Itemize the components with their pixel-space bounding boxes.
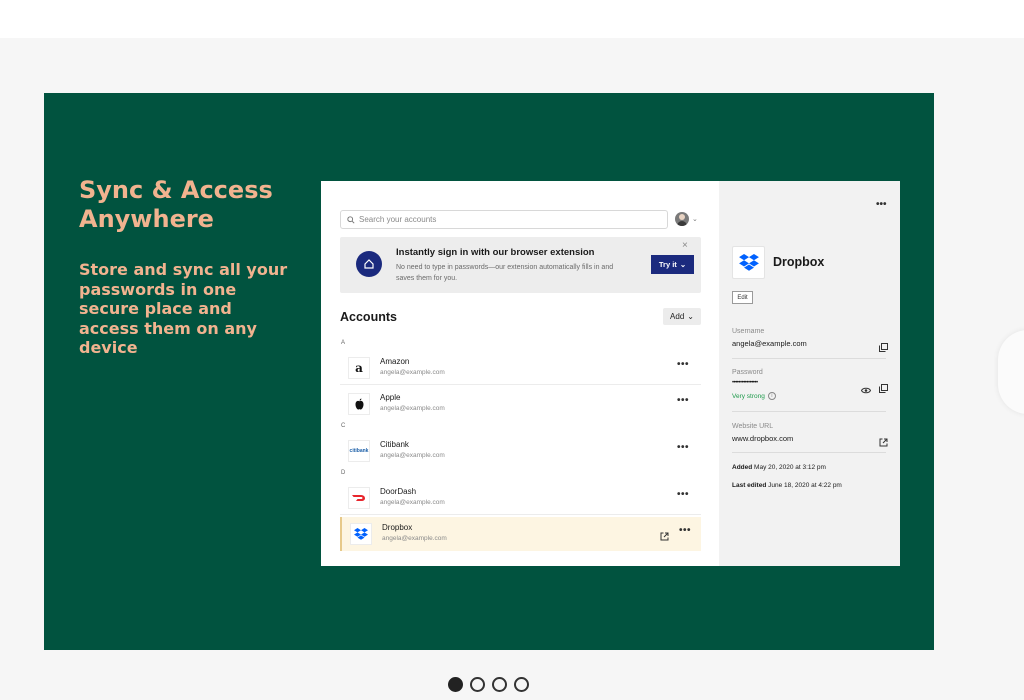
account-detail-panel: ••• Dropbox Edit Username angela@example… [719,181,900,566]
account-name: Amazon [380,357,410,366]
hero-title: Sync & Access Anywhere [79,176,273,233]
group-letter: A [341,340,346,346]
external-link-icon[interactable] [879,434,888,452]
account-name: Apple [380,393,401,402]
account-email: angela@example.com [380,499,445,506]
list-item-apple[interactable]: Apple angela@example.com ••• [340,387,701,421]
amazon-logo-icon: a [348,356,370,379]
try-it-label: Try it [658,260,677,269]
dropbox-logo-icon [732,246,765,279]
edited-value: June 18, 2020 at 4:22 pm [768,482,842,489]
extension-home-icon [356,251,382,277]
strength-label: Very strong [732,392,765,400]
chevron-down-icon: ⌄ [692,216,698,223]
list-item-doordash[interactable]: DoorDash angela@example.com ••• [340,481,701,515]
detail-account-name: Dropbox [773,255,825,269]
more-icon[interactable]: ••• [876,199,887,210]
more-icon[interactable]: ••• [677,442,689,453]
edited-label: Last edited [732,482,767,489]
divider [732,452,886,453]
carousel-dot-2[interactable] [470,677,485,692]
profile-menu[interactable]: ⌄ [675,212,698,226]
search-icon [347,215,355,224]
account-email: angela@example.com [380,452,445,459]
list-item-amazon[interactable]: a Amazon angela@example.com ••• [340,351,701,385]
add-label: Add [670,312,685,321]
password-strength: Very strong i [732,392,776,400]
eye-icon[interactable] [860,381,872,399]
dropbox-logo-icon [350,523,372,545]
more-icon[interactable]: ••• [677,489,689,500]
accounts-panel: ⌄ Instantly sign in with our browser ext… [321,181,719,566]
citibank-logo-icon: citibank [348,440,370,462]
added-value: May 20, 2020 at 3:12 pm [754,464,826,471]
chevron-down-icon: ⌄ [687,312,694,321]
account-email: angela@example.com [380,369,445,376]
copy-icon[interactable] [879,339,888,357]
list-item-citibank[interactable]: citibank Citibank angela@example.com ••• [340,434,701,468]
last-edited-date: Last edited June 18, 2020 at 4:22 pm [732,482,842,489]
website-url-value: www.dropbox.com [732,434,794,443]
group-letter: D [341,470,346,476]
username-label: Username [732,328,765,335]
password-label: Password [732,369,763,376]
add-button[interactable]: Add ⌄ [663,308,701,325]
account-name: Citibank [380,440,409,449]
chevron-down-icon: ⌄ [679,260,687,269]
extension-promo: Instantly sign in with our browser exten… [340,237,701,293]
more-icon[interactable]: ••• [677,359,689,370]
account-name: Dropbox [382,523,413,532]
more-icon[interactable]: ••• [679,525,691,536]
account-name: DoorDash [380,487,417,496]
search-input[interactable] [359,215,659,224]
more-icon[interactable]: ••• [677,395,689,406]
info-icon[interactable]: i [767,392,776,400]
doordash-logo-icon [348,486,370,509]
promo-title: Instantly sign in with our browser exten… [396,247,595,258]
search-bar[interactable] [340,210,668,229]
account-email: angela@example.com [382,535,447,542]
carousel-dot-4[interactable] [514,677,529,692]
added-date: Added May 20, 2020 at 3:12 pm [732,464,826,471]
username-value: angela@example.com [732,339,807,348]
list-item-dropbox[interactable]: Dropbox angela@example.com ••• [340,517,701,551]
website-url-label: Website URL [732,423,774,430]
group-letter: C [341,423,346,429]
promo-body: No need to type in passwords—our extensi… [396,264,614,282]
carousel-dot-3[interactable] [492,677,507,692]
app-screenshot: ⌄ Instantly sign in with our browser ext… [321,181,900,566]
try-it-button[interactable]: Try it ⌄ [651,255,694,274]
accounts-heading: Accounts [340,310,397,324]
copy-icon[interactable] [879,380,888,398]
avatar [675,212,689,226]
divider [732,411,886,412]
edit-button[interactable]: Edit [732,291,753,304]
external-link-icon[interactable] [660,528,669,546]
password-value: •••••••••••••••• [732,380,758,386]
carousel-pagination [448,677,529,692]
added-label: Added [732,464,753,471]
close-icon[interactable]: × [682,240,688,251]
account-email: angela@example.com [380,405,445,412]
carousel-dot-1[interactable] [448,677,463,692]
hero-text: Store and sync all your passwords in one… [79,260,288,357]
apple-logo-icon [348,393,370,415]
divider [732,358,886,359]
